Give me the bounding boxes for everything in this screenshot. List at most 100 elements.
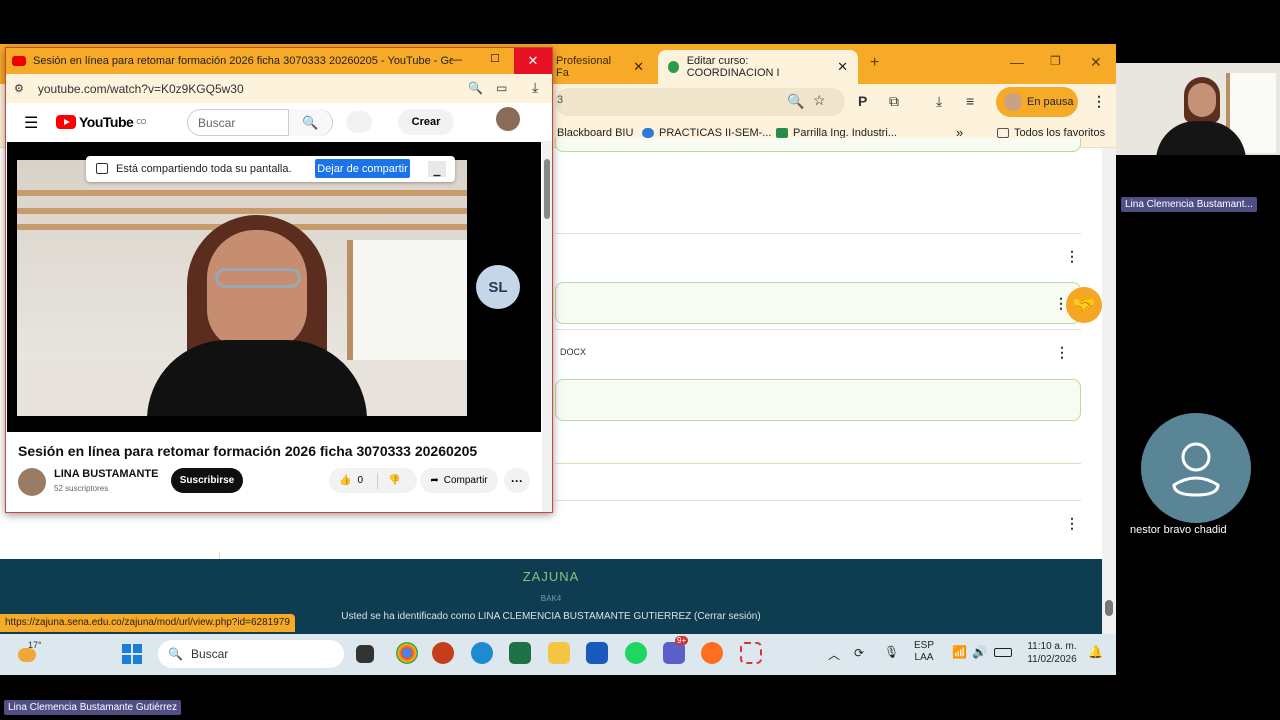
channel-avatar[interactable] bbox=[18, 468, 46, 496]
windows-taskbar: 17° 🔍 Buscar 9+ ︿ ⟳ 🎙 ESP LAA 📶 🔊 11:10 … bbox=[0, 634, 1116, 675]
scroll-thumb[interactable] bbox=[544, 159, 550, 219]
minimize-icon[interactable]: — bbox=[450, 52, 462, 66]
cloud-icon bbox=[642, 128, 654, 138]
region-code: CO bbox=[136, 118, 146, 126]
chrome-app-icon[interactable] bbox=[396, 642, 418, 664]
firefox-app-icon[interactable] bbox=[701, 642, 723, 664]
start-icon[interactable] bbox=[122, 644, 142, 664]
search-icon[interactable]: 🔍 bbox=[288, 109, 332, 136]
subscriber-count: 52 suscriptores bbox=[54, 484, 109, 493]
taskbar-search[interactable]: 🔍 Buscar bbox=[158, 640, 344, 668]
kebab-menu-icon[interactable]: ⋮ bbox=[1065, 515, 1079, 532]
activity-card[interactable]: ⋮ bbox=[555, 282, 1081, 324]
sync-icon[interactable]: ⟳ bbox=[854, 646, 864, 660]
more-actions-icon[interactable]: ··· bbox=[504, 468, 530, 493]
teams-app-icon[interactable]: 9+ bbox=[663, 636, 689, 664]
chevron-up-icon[interactable]: ︿ bbox=[828, 646, 840, 663]
youtube-scrollbar[interactable] bbox=[542, 141, 552, 512]
voice-search-icon[interactable] bbox=[346, 111, 372, 133]
media-icon[interactable]: ≡ bbox=[966, 93, 974, 109]
profile-avatar bbox=[1004, 93, 1022, 111]
like-icon[interactable]: 👍 bbox=[339, 475, 351, 486]
url-text: youtube.com/watch?v=K0z9KGQ5w30 bbox=[37, 81, 244, 96]
link-hover-status: https://zajuna.sena.edu.co/zajuna/mod/ur… bbox=[0, 614, 295, 632]
presenter-face bbox=[1188, 83, 1216, 117]
word-app-icon[interactable] bbox=[586, 642, 608, 664]
account-avatar[interactable] bbox=[496, 107, 520, 131]
explorer-app-icon[interactable] bbox=[548, 642, 570, 664]
participant-avatar: SL bbox=[476, 265, 520, 309]
tab-editar-curso[interactable]: Editar curso: COORDINACION I ✕ bbox=[658, 50, 858, 84]
scroll-thumb[interactable] bbox=[1105, 600, 1113, 616]
youtube-logo[interactable]: YouTube CO bbox=[56, 114, 146, 130]
chrome-menu-icon[interactable]: ⋮ bbox=[1092, 93, 1106, 110]
youtube-url-bar[interactable]: ⚙ youtube.com/watch?v=K0z9KGQ5w30 🔍 ▭ ⤓ bbox=[6, 74, 552, 103]
cast-icon[interactable]: ▭ bbox=[496, 81, 507, 95]
microphone-icon[interactable]: 🎙 bbox=[884, 645, 899, 659]
close-window-icon[interactable]: ✕ bbox=[1090, 54, 1102, 71]
edge-app-icon[interactable] bbox=[471, 642, 493, 664]
battery-icon[interactable] bbox=[994, 648, 1012, 657]
address-bar[interactable]: 3 🔍 ☆ bbox=[555, 88, 845, 116]
notification-bell-icon[interactable]: 🔔 bbox=[1088, 645, 1103, 659]
divider bbox=[377, 472, 379, 489]
window-title: Sesión en línea para retomar formación 2… bbox=[33, 55, 453, 67]
video-title: Sesión en línea para retomar formación 2… bbox=[18, 443, 478, 459]
site-settings-icon[interactable]: ⚙ bbox=[14, 82, 24, 95]
create-button[interactable]: Crear bbox=[398, 109, 454, 135]
shared-screen: Profesional Fa ✕ Editar curso: COORDINAC… bbox=[0, 44, 1116, 675]
volume-icon[interactable]: 🔊 bbox=[972, 645, 987, 659]
powerpoint-app-icon[interactable] bbox=[432, 642, 454, 664]
wifi-icon[interactable]: 📶 bbox=[952, 645, 967, 659]
profile-paused-button[interactable]: En pausa bbox=[996, 87, 1078, 117]
site-favicon-icon bbox=[668, 61, 679, 73]
restore-icon[interactable]: ❐ bbox=[1050, 54, 1061, 68]
subscribe-button[interactable]: Suscribirse bbox=[171, 468, 243, 493]
dislike-icon[interactable]: 👎 bbox=[388, 475, 400, 486]
tab-profesional[interactable]: Profesional Fa ✕ bbox=[546, 50, 654, 84]
brand-text: YouTube bbox=[79, 114, 134, 130]
clock[interactable]: 11:10 a. m. 11/02/2026 bbox=[1022, 640, 1082, 666]
tab-label: Editar curso: COORDINACION I bbox=[686, 55, 780, 79]
maximize-icon[interactable]: ☐ bbox=[490, 52, 500, 65]
extensions-icon[interactable]: ⧉ bbox=[889, 93, 899, 110]
search-label: Buscar bbox=[190, 647, 229, 661]
download-icon[interactable]: ⤓ bbox=[936, 93, 942, 110]
channel-name[interactable]: LINA BUSTAMANTE bbox=[54, 468, 159, 480]
download-icon[interactable]: ⤓ bbox=[532, 79, 538, 96]
page-scrollbar[interactable] bbox=[1102, 148, 1116, 634]
snipping-tool-icon[interactable] bbox=[740, 642, 762, 664]
docx-label: DOCX bbox=[560, 347, 587, 357]
minimize-icon[interactable]: — bbox=[1010, 54, 1024, 70]
presenter-name-tag: Lina Clemencia Bustamant... bbox=[1121, 197, 1257, 212]
task-view-icon[interactable] bbox=[356, 645, 374, 663]
activity-card[interactable] bbox=[555, 379, 1081, 421]
video-player[interactable]: SL Está compartiendo toda su pantalla. D… bbox=[7, 142, 541, 432]
youtube-search-input[interactable]: Buscar 🔍 bbox=[187, 109, 333, 136]
kebab-menu-icon[interactable]: ⋮ bbox=[1065, 248, 1079, 265]
bookmark-star-icon[interactable]: ☆ bbox=[813, 92, 826, 109]
language-indicator[interactable]: ESP LAA bbox=[914, 640, 934, 664]
clock-date: 11/02/2026 bbox=[1027, 654, 1077, 665]
close-window-icon[interactable]: ✕ bbox=[514, 48, 552, 74]
like-dislike-group: 👍 0 👎 bbox=[329, 468, 417, 493]
new-tab-button[interactable]: + bbox=[870, 54, 879, 72]
participant-avatar bbox=[1141, 413, 1251, 523]
kebab-menu-icon[interactable]: ⋮ bbox=[1055, 344, 1069, 361]
zoom-icon[interactable]: 🔍 bbox=[468, 81, 483, 95]
spotify-app-icon[interactable] bbox=[625, 642, 647, 664]
weather-widget[interactable]: 17° bbox=[18, 640, 44, 666]
close-tab-icon[interactable]: ✕ bbox=[837, 59, 848, 75]
extension-p-icon[interactable]: P bbox=[858, 93, 867, 109]
handshake-icon[interactable]: 🤝 bbox=[1066, 287, 1102, 323]
youtube-popup-window: Sesión en línea para retomar formación 2… bbox=[5, 47, 553, 513]
stop-sharing-button[interactable]: Dejar de compartir bbox=[315, 159, 410, 178]
like-count: 0 bbox=[357, 475, 364, 486]
close-tab-icon[interactable]: ✕ bbox=[633, 59, 644, 75]
menu-icon[interactable]: ☰ bbox=[24, 113, 38, 133]
excel-app-icon[interactable] bbox=[509, 642, 531, 664]
hide-banner-icon[interactable]: ▁ bbox=[428, 161, 446, 177]
zoom-icon[interactable]: 🔍 bbox=[787, 93, 804, 110]
share-button[interactable]: ➦ Compartir bbox=[420, 468, 498, 493]
youtube-window-titlebar[interactable]: Sesión en línea para retomar formación 2… bbox=[6, 48, 552, 74]
